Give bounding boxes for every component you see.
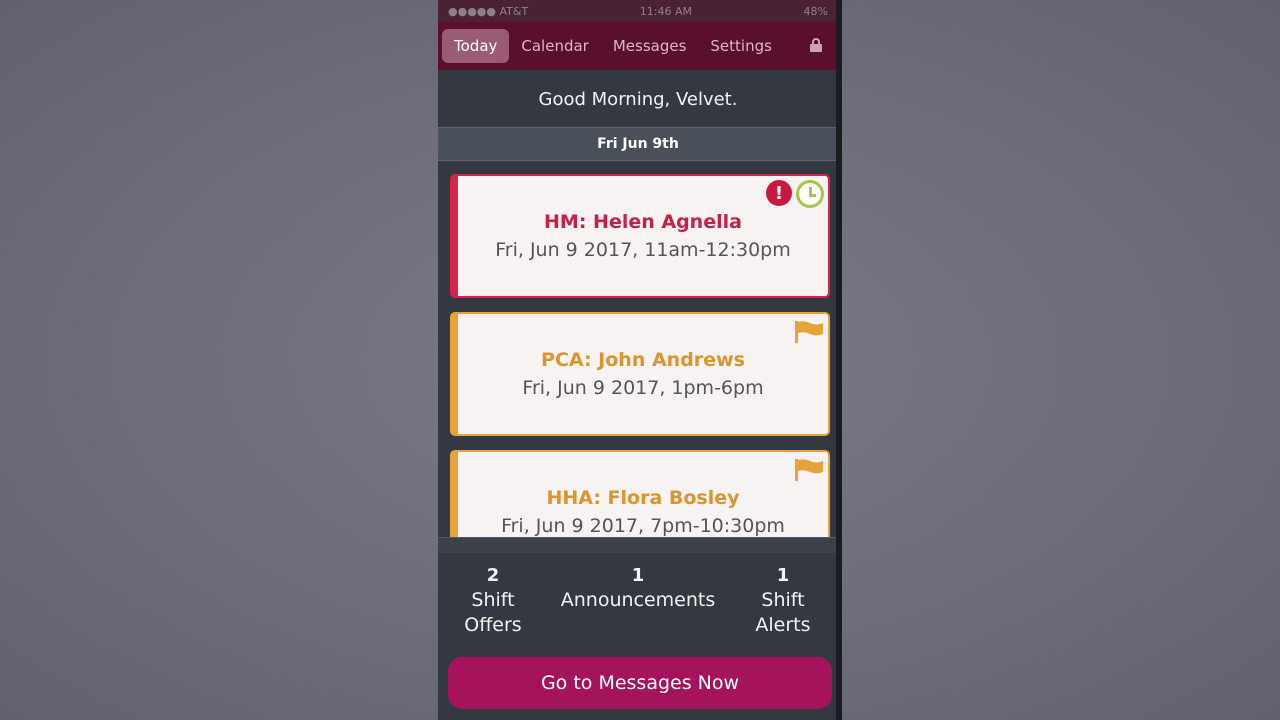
shift-title: HHA: Flora Bosley bbox=[546, 487, 740, 509]
tab-settings[interactable]: Settings bbox=[698, 29, 784, 63]
go-to-messages-button[interactable]: Go to Messages Now bbox=[448, 657, 832, 709]
announcements-label: Announcements bbox=[560, 589, 716, 611]
tab-messages[interactable]: Messages bbox=[601, 29, 699, 63]
status-time: 11:46 AM bbox=[639, 4, 692, 18]
tab-calendar[interactable]: Calendar bbox=[509, 29, 600, 63]
phone-screen: ●●●●● AT&T 11:46 AM 48% Today Calendar M… bbox=[438, 0, 838, 720]
shift-offers-summary[interactable]: 2 Shift Offers bbox=[458, 565, 528, 638]
date-header: Fri Jun 9th bbox=[438, 127, 838, 161]
shift-title: HM: Helen Agnella bbox=[544, 211, 742, 233]
shift-list[interactable]: ! HM: Helen Agnella Fri, Jun 9 2017, 11a… bbox=[438, 161, 838, 537]
shift-card[interactable]: ! HM: Helen Agnella Fri, Jun 9 2017, 11a… bbox=[450, 174, 830, 298]
shift-title: PCA: John Andrews bbox=[541, 349, 745, 371]
flag-icon bbox=[795, 321, 823, 343]
shift-alerts-summary[interactable]: 1 Shift Alerts bbox=[748, 565, 818, 638]
top-nav: Today Calendar Messages Settings bbox=[438, 22, 838, 70]
clock-icon bbox=[796, 180, 824, 208]
phone-edge bbox=[836, 0, 842, 720]
shift-alerts-count: 1 bbox=[776, 565, 790, 586]
flag-icon bbox=[795, 459, 823, 481]
shift-card[interactable]: PCA: John Andrews Fri, Jun 9 2017, 1pm-6… bbox=[450, 312, 830, 436]
shift-alerts-label: Shift Alerts bbox=[755, 589, 811, 636]
announcements-summary[interactable]: 1 Announcements bbox=[561, 565, 716, 613]
shift-card[interactable]: HHA: Flora Bosley Fri, Jun 9 2017, 7pm-1… bbox=[450, 450, 830, 537]
shift-time: Fri, Jun 9 2017, 11am-12:30pm bbox=[495, 239, 791, 261]
shift-offers-count: 2 bbox=[486, 565, 500, 586]
tab-today[interactable]: Today bbox=[442, 29, 510, 63]
shift-time: Fri, Jun 9 2017, 7pm-10:30pm bbox=[501, 515, 785, 537]
alert-icon: ! bbox=[766, 180, 792, 206]
shift-time: Fri, Jun 9 2017, 1pm-6pm bbox=[522, 377, 764, 399]
status-bar: ●●●●● AT&T 11:46 AM 48% bbox=[438, 0, 838, 22]
lock-icon[interactable] bbox=[810, 38, 822, 52]
summary-counts: 2 Shift Offers 1 Announcements 1 Shift A… bbox=[438, 553, 838, 653]
summary-divider bbox=[438, 537, 838, 553]
battery-label: 48% bbox=[803, 4, 828, 18]
greeting-text: Good Morning, Velvet. bbox=[538, 88, 738, 110]
announcements-count: 1 bbox=[631, 565, 645, 586]
shift-offers-label: Shift Offers bbox=[464, 589, 522, 636]
carrier-label: ●●●●● AT&T bbox=[448, 4, 529, 18]
